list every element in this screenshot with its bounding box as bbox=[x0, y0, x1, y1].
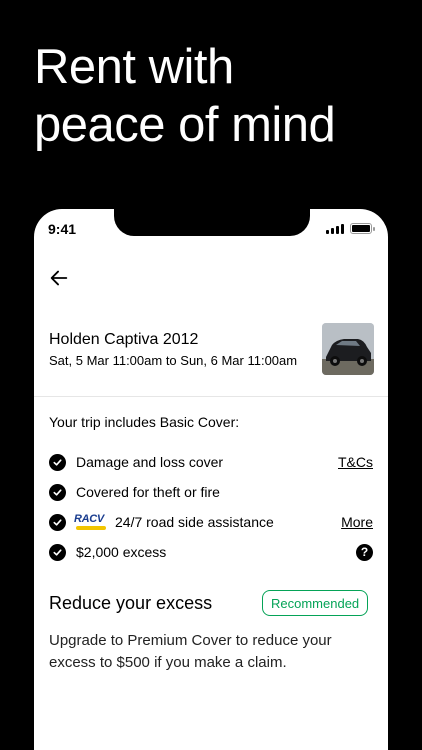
cover-item-roadside: RACV 24/7 road side assistance More bbox=[49, 511, 373, 533]
cover-heading: Your trip includes Basic Cover: bbox=[49, 414, 240, 430]
cover-item-label: 24/7 road side assistance bbox=[115, 514, 274, 530]
headline-line-2: peace of mind bbox=[34, 98, 336, 152]
cover-item-excess: $2,000 excess ? bbox=[49, 541, 373, 563]
check-circle-icon bbox=[49, 513, 66, 531]
check-circle-icon bbox=[49, 483, 66, 501]
battery-icon bbox=[350, 223, 375, 234]
status-icons bbox=[326, 223, 375, 234]
cover-item-label: $2,000 excess bbox=[76, 544, 167, 560]
recommended-badge: Recommended bbox=[262, 590, 369, 616]
check-circle-icon bbox=[49, 543, 66, 561]
racv-logo-text: RACV bbox=[74, 513, 104, 525]
trip-dates: Sat, 5 Mar 11:00am to Sun, 6 Mar 11:00am bbox=[49, 353, 298, 368]
back-arrow-icon[interactable] bbox=[48, 267, 70, 289]
headline-line-1: Rent with bbox=[34, 40, 234, 94]
help-circle-icon[interactable]: ? bbox=[356, 543, 373, 561]
reduce-excess-title: Reduce your excess bbox=[49, 593, 213, 613]
cover-item-theft: Covered for theft or fire bbox=[49, 481, 373, 503]
section-divider bbox=[34, 396, 388, 397]
signal-icon bbox=[326, 224, 344, 234]
racv-logo: RACV bbox=[74, 513, 108, 531]
upgrade-description: Upgrade to Premium Cover to reduce your … bbox=[49, 632, 332, 671]
more-link[interactable]: More bbox=[341, 514, 373, 530]
phone-notch bbox=[114, 209, 310, 236]
check-circle-icon bbox=[49, 453, 66, 471]
headline: Rent with peace of mind bbox=[34, 38, 336, 154]
terms-link[interactable]: T&Cs bbox=[338, 454, 373, 470]
cover-item-label: Covered for theft or fire bbox=[76, 484, 220, 500]
phone-screen: 9:41 Holden Captiva 2012 Sat, 5 Mar 11:0… bbox=[34, 209, 388, 750]
car-title: Holden Captiva 2012 bbox=[49, 331, 199, 348]
cover-item-label: Damage and loss cover bbox=[76, 454, 224, 470]
status-time: 9:41 bbox=[48, 221, 77, 237]
car-thumbnail bbox=[322, 323, 374, 375]
cover-item-damage: Damage and loss cover T&Cs bbox=[49, 451, 373, 473]
